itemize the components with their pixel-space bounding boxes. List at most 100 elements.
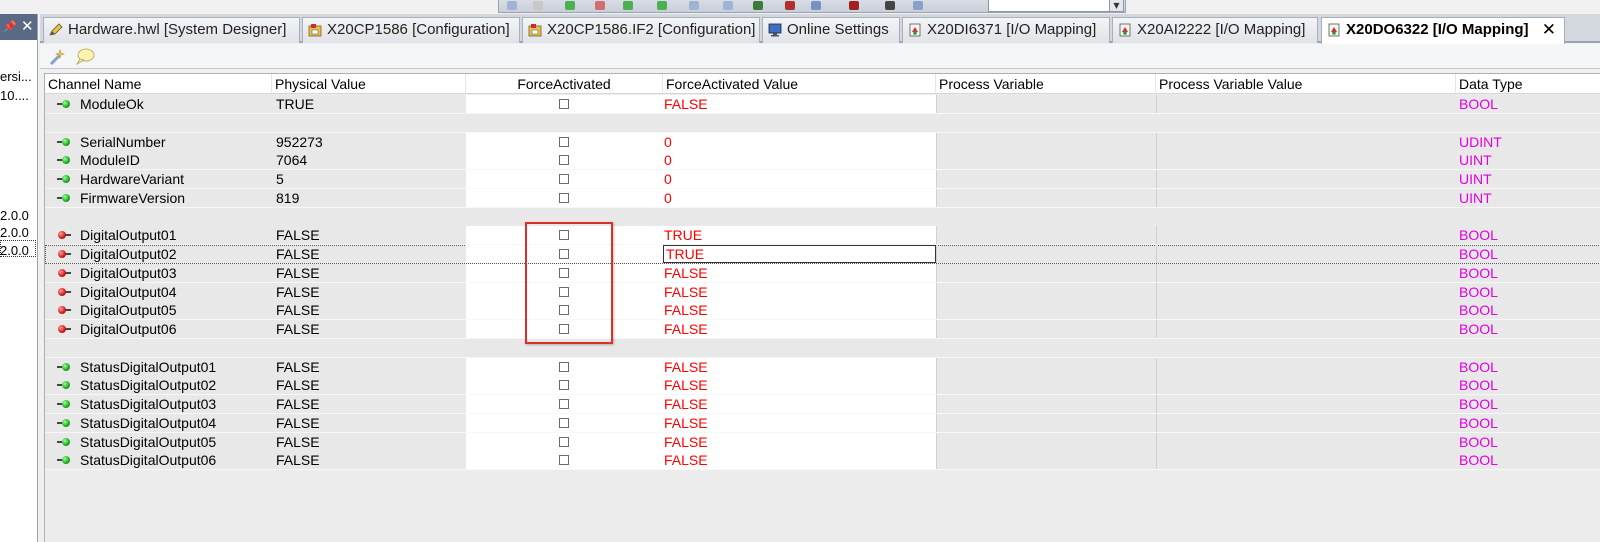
process-variable-cell[interactable] [936, 357, 1156, 376]
force-activated-value-cell[interactable]: FALSE [663, 282, 936, 301]
column-header-data-type[interactable]: Data Type [1456, 74, 1600, 94]
channel-name-cell[interactable]: StatusDigitalOutput05 [45, 433, 272, 451]
close-icon[interactable]: ✕ [21, 17, 34, 35]
channel-name-cell[interactable]: DigitalOutput01 [45, 226, 272, 244]
toolbar-play-icon[interactable] [657, 1, 667, 10]
tab-x20di6371-io-mapping[interactable]: X20DI6371 [I/O Mapping] [902, 17, 1110, 43]
force-activated-checkbox[interactable] [559, 361, 569, 372]
process-variable-cell[interactable] [936, 282, 1156, 301]
column-header-force-activated-value[interactable]: ForceActivated Value [663, 74, 936, 94]
process-variable-cell[interactable] [936, 451, 1156, 470]
toolbar-chart-icon[interactable] [811, 1, 821, 10]
force-activated-value-cell[interactable]: FALSE [663, 376, 936, 395]
force-activated-checkbox[interactable] [559, 192, 569, 203]
toolbar-monitor-icon[interactable] [723, 1, 733, 10]
channel-name-cell[interactable]: FirmwareVersion [45, 189, 272, 207]
column-header-process-variable-value[interactable]: Process Variable Value [1156, 74, 1456, 94]
toolbar-arrow-down-icon[interactable] [623, 1, 633, 10]
toolbar-settings-icon[interactable] [885, 1, 895, 10]
force-activated-value-cell[interactable]: FALSE [663, 301, 936, 320]
force-activated-value-cell[interactable]: FALSE [663, 395, 936, 413]
process-variable-cell[interactable] [936, 432, 1156, 451]
force-activated-checkbox[interactable] [559, 136, 569, 147]
channel-name-cell[interactable]: DigitalOutput03 [45, 264, 272, 282]
force-activated-checkbox[interactable] [559, 417, 569, 428]
force-wand-icon[interactable] [48, 47, 68, 67]
force-activated-value-cell[interactable]: 0 [663, 151, 936, 170]
process-variable-cell[interactable] [936, 132, 1156, 151]
column-header-channel-name[interactable]: Channel Name [45, 74, 272, 94]
pin-icon[interactable]: 📌 [3, 20, 17, 33]
column-header-process-variable[interactable]: Process Variable [936, 74, 1156, 94]
force-activated-checkbox[interactable] [559, 436, 569, 447]
left-panel-text[interactable]: 2.0.0 [0, 225, 29, 240]
process-variable-cell[interactable] [936, 151, 1156, 170]
tab-x20cp1586-configuration[interactable]: X20CP1586 [Configuration] [302, 17, 520, 43]
force-activated-value-cell[interactable]: FALSE [663, 432, 936, 451]
comment-icon[interactable] [74, 47, 96, 67]
process-variable-cell[interactable] [936, 245, 1156, 263]
force-activated-checkbox[interactable] [559, 399, 569, 409]
force-activated-value-cell[interactable]: FALSE [663, 357, 936, 376]
toolbar-download-project-icon[interactable] [753, 1, 763, 10]
channel-name-cell[interactable]: DigitalOutput02 [45, 245, 272, 263]
force-activated-value-cell[interactable]: TRUE [663, 226, 936, 245]
process-variable-cell[interactable] [936, 413, 1156, 432]
force-activated-checkbox[interactable] [559, 174, 569, 184]
tab-x20ai2222-io-mapping[interactable]: X20AI2222 [I/O Mapping] [1112, 17, 1318, 43]
process-variable-cell[interactable] [936, 320, 1156, 338]
toolbar-link-icon[interactable] [689, 1, 699, 10]
process-variable-cell[interactable] [936, 188, 1156, 207]
column-header-force-activated[interactable]: ForceActivated [466, 74, 663, 94]
tab-hardware-system-designer[interactable]: Hardware.hwl [System Designer] [43, 17, 300, 43]
process-variable-cell[interactable] [936, 226, 1156, 245]
force-activated-value-cell[interactable]: TRUE [663, 245, 936, 263]
toolbar-tool-icon[interactable] [595, 1, 605, 10]
channel-name-cell[interactable]: StatusDigitalOutput02 [45, 376, 272, 394]
process-variable-cell[interactable] [936, 95, 1156, 113]
process-variable-cell[interactable] [936, 301, 1156, 320]
force-activated-value-cell[interactable]: FALSE [663, 263, 936, 282]
toolbar-move-icon[interactable] [507, 1, 517, 10]
channel-name-cell[interactable]: StatusDigitalOutput04 [45, 414, 272, 432]
process-variable-cell[interactable] [936, 395, 1156, 413]
toolbar-window-icon[interactable] [913, 1, 923, 10]
force-activated-checkbox[interactable] [559, 455, 569, 466]
process-variable-cell[interactable] [936, 263, 1156, 282]
tab-x20do6322-io-mapping[interactable]: X20DO6322 [I/O Mapping] ✕ [1321, 17, 1565, 44]
chevron-down-icon[interactable]: ▼ [1109, 0, 1123, 11]
force-activated-value-cell[interactable]: 0 [663, 132, 936, 151]
force-activated-checkbox[interactable] [559, 155, 569, 166]
channel-name-cell[interactable]: DigitalOutput05 [45, 301, 272, 319]
column-header-physical-value[interactable]: Physical Value [272, 74, 466, 94]
force-activated-value-cell[interactable]: FALSE [663, 451, 936, 470]
table-row: DigitalOutput01 FALSE TRUE BOOL [45, 226, 1600, 246]
channel-name-cell[interactable]: SerialNumber [45, 133, 272, 151]
channel-name-cell[interactable]: ModuleOk [45, 95, 272, 113]
tab-online-settings[interactable]: Online Settings [762, 17, 900, 43]
force-activated-value-cell[interactable]: 0 [663, 170, 936, 188]
toolbar-download-icon[interactable] [565, 1, 575, 10]
tab-x20cp1586-if2-configuration[interactable]: X20CP1586.IF2 [Configuration] [522, 17, 760, 43]
channel-name-cell[interactable]: DigitalOutput06 [45, 320, 272, 338]
force-activated-value-cell[interactable]: FALSE [663, 413, 936, 432]
force-activated-checkbox[interactable] [559, 380, 569, 391]
process-variable-cell[interactable] [936, 376, 1156, 395]
force-activated-value-cell[interactable]: 0 [663, 188, 936, 207]
toolbar-combo-box[interactable]: ▼ [988, 0, 1124, 12]
force-activated-value-cell[interactable]: FALSE [663, 95, 936, 113]
channel-name-cell[interactable]: DigitalOutput04 [45, 283, 272, 301]
channel-name-cell[interactable]: StatusDigitalOutput03 [45, 395, 272, 413]
toolbar-debug-icon[interactable] [849, 1, 859, 10]
channel-name-cell[interactable]: StatusDigitalOutput06 [45, 451, 272, 469]
process-variable-cell[interactable] [936, 170, 1156, 188]
toolbar-cut-icon[interactable] [533, 1, 543, 10]
force-activated-value-cell[interactable]: FALSE [663, 320, 936, 338]
channel-name-cell[interactable]: StatusDigitalOutput01 [45, 358, 272, 376]
channel-name-cell[interactable]: HardwareVariant [45, 170, 272, 188]
channel-name-cell[interactable]: ModuleID [45, 151, 272, 169]
data-type-cell: UINT [1459, 152, 1492, 169]
toolbar-transfer-icon[interactable] [785, 1, 795, 10]
force-activated-checkbox[interactable] [559, 99, 569, 109]
close-icon[interactable]: ✕ [1542, 18, 1556, 42]
